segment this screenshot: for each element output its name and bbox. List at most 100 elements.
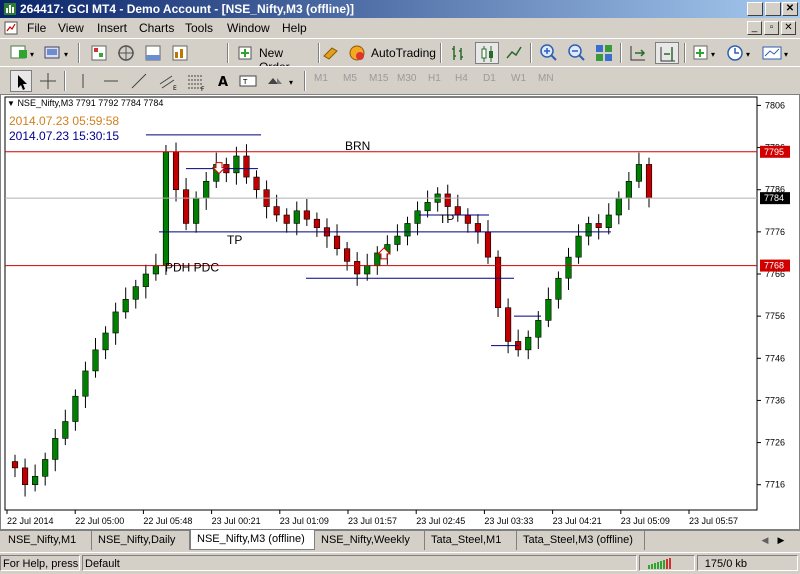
y-tick-label: 7716 <box>765 480 785 490</box>
line-chart-icon[interactable] <box>503 42 525 64</box>
menu-charts[interactable]: Charts <box>139 20 174 36</box>
window-minimize-button[interactable] <box>747 2 763 16</box>
bear-candle <box>595 223 602 228</box>
window-maximize-button[interactable] <box>765 2 781 16</box>
timeframe-m30[interactable]: M30 <box>397 73 416 84</box>
timestamp-local: 2014.07.23 15:30:15 <box>9 129 120 143</box>
templates-icon[interactable]: ▾ <box>760 42 794 64</box>
price-chart[interactable]: 7806779677867776776677567746773677267716… <box>1 95 799 529</box>
connection-status-icon <box>639 555 695 571</box>
chart-window[interactable]: 7806779677867776776677567746773677267716… <box>0 94 800 530</box>
crosshair-icon[interactable] <box>37 70 59 92</box>
new-chart-icon[interactable]: ▾ <box>8 42 38 64</box>
bear-candle <box>172 151 180 191</box>
zoom-out-icon[interactable] <box>565 42 587 64</box>
bull-candle <box>364 265 371 275</box>
child-close-button[interactable]: ✕ <box>781 21 796 35</box>
terminal-icon[interactable] <box>142 42 164 64</box>
chart-tabs: NSE_Nifty,M1 NSE_Nifty,Daily NSE_Nifty,M… <box>0 530 800 550</box>
horizontal-line-icon[interactable] <box>100 70 122 92</box>
x-tick-label: 23 Jul 05:57 <box>689 516 738 526</box>
bear-candle <box>505 307 512 342</box>
profiles-icon[interactable]: ▾ <box>42 42 72 64</box>
bull-candle <box>414 210 421 224</box>
indicators-icon[interactable]: ▾ <box>691 42 721 64</box>
bull-candle <box>545 298 552 321</box>
bull-candle <box>374 252 381 266</box>
cursor-icon[interactable] <box>10 70 32 92</box>
tab-nse-nifty-m3-offline[interactable]: NSE_Nifty,M3 (offline) <box>190 530 315 550</box>
annotation-brn: BRN <box>345 139 370 153</box>
bull-candle <box>92 349 99 372</box>
timeframe-m1[interactable]: M1 <box>314 73 328 84</box>
autotrading-icon <box>349 45 365 61</box>
timeframe-m15[interactable]: M15 <box>369 73 388 84</box>
chart-shift-icon[interactable] <box>627 42 649 64</box>
bull-candle <box>605 214 612 228</box>
equidistant-channel-icon[interactable]: E <box>156 70 180 92</box>
timeframe-w1[interactable]: W1 <box>511 73 526 84</box>
text-tool-icon[interactable]: A <box>212 70 234 92</box>
candlestick-icon[interactable] <box>475 42 499 64</box>
bull-candle <box>132 286 139 300</box>
tile-windows-icon[interactable] <box>593 42 615 64</box>
bull-candle <box>82 370 89 397</box>
bull-candle <box>555 277 562 300</box>
price-badge-current: 7784 <box>764 193 784 203</box>
market-watch-icon[interactable] <box>88 42 110 64</box>
vertical-line-icon[interactable] <box>72 70 94 92</box>
child-restore-button[interactable]: ▫ <box>764 21 779 35</box>
x-tick-label: 23 Jul 01:09 <box>280 516 329 526</box>
menu-insert[interactable]: Insert <box>97 20 127 36</box>
timeframe-d1[interactable]: D1 <box>483 73 496 84</box>
bull-candle <box>525 336 532 351</box>
menu-help[interactable]: Help <box>282 20 307 36</box>
auto-scroll-icon[interactable] <box>655 42 679 64</box>
bull-candle <box>112 311 119 334</box>
bull-candle <box>625 180 632 199</box>
zoom-in-icon[interactable] <box>537 42 559 64</box>
timeframe-m5[interactable]: M5 <box>343 73 357 84</box>
bear-candle <box>494 256 502 309</box>
periods-icon[interactable]: ▾ <box>725 42 755 64</box>
bull-candle <box>233 155 240 174</box>
window-close-button[interactable]: ✕ <box>782 2 798 16</box>
new-order-button[interactable]: New Order <box>235 42 315 74</box>
tab-tata-steel-m3-offline[interactable]: Tata_Steel,M3 (offline) <box>517 531 645 550</box>
timeframe-h4[interactable]: H4 <box>455 73 468 84</box>
status-bar: For Help, press F1 Default 175/0 kb <box>0 552 800 572</box>
tab-nse-nifty-weekly[interactable]: NSE_Nifty,Weekly <box>315 531 425 550</box>
bull-candle <box>404 223 411 237</box>
strategy-tester-icon[interactable] <box>169 42 191 64</box>
bull-candle <box>585 223 592 237</box>
timeframe-h1[interactable]: H1 <box>428 73 441 84</box>
timeframe-mn[interactable]: MN <box>538 73 554 84</box>
price-badge-pdh: 7768 <box>764 261 784 271</box>
metaeditor-icon[interactable] <box>320 42 342 64</box>
bar-chart-icon[interactable] <box>447 42 469 64</box>
navigator-icon[interactable] <box>115 42 137 64</box>
x-tick-label: 22 Jul 05:00 <box>75 516 124 526</box>
status-help: For Help, press F1 <box>0 555 80 571</box>
arrows-icon[interactable]: ▾ <box>263 70 299 92</box>
bear-candle <box>253 176 260 191</box>
bear-candle <box>11 461 19 469</box>
tab-scroll-right-button[interactable]: ▶ <box>774 533 788 547</box>
text-label-icon[interactable]: T <box>237 70 259 92</box>
price-badge-brn: 7795 <box>764 147 784 157</box>
autotrading-button[interactable]: AutoTrading <box>346 42 436 64</box>
tab-nse-nifty-daily[interactable]: NSE_Nifty,Daily <box>92 531 190 550</box>
menu-view[interactable]: View <box>58 20 84 36</box>
tab-tata-steel-m1[interactable]: Tata_Steel,M1 <box>425 531 517 550</box>
bear-candle <box>344 248 351 262</box>
fibonacci-icon[interactable]: F <box>184 70 208 92</box>
window-title: 264417: GCI MT4 - Demo Account - [NSE_Ni… <box>20 2 355 16</box>
child-minimize-button[interactable]: _ <box>747 21 762 35</box>
menu-window[interactable]: Window <box>227 20 270 36</box>
trendline-icon[interactable] <box>128 70 150 92</box>
tab-nse-nifty-m1[interactable]: NSE_Nifty,M1 <box>2 531 92 550</box>
menu-file[interactable]: File <box>27 20 46 36</box>
menu-tools[interactable]: Tools <box>185 20 213 36</box>
tab-scroll-left-button[interactable]: ◀ <box>758 533 772 547</box>
bull-candle <box>162 151 170 266</box>
